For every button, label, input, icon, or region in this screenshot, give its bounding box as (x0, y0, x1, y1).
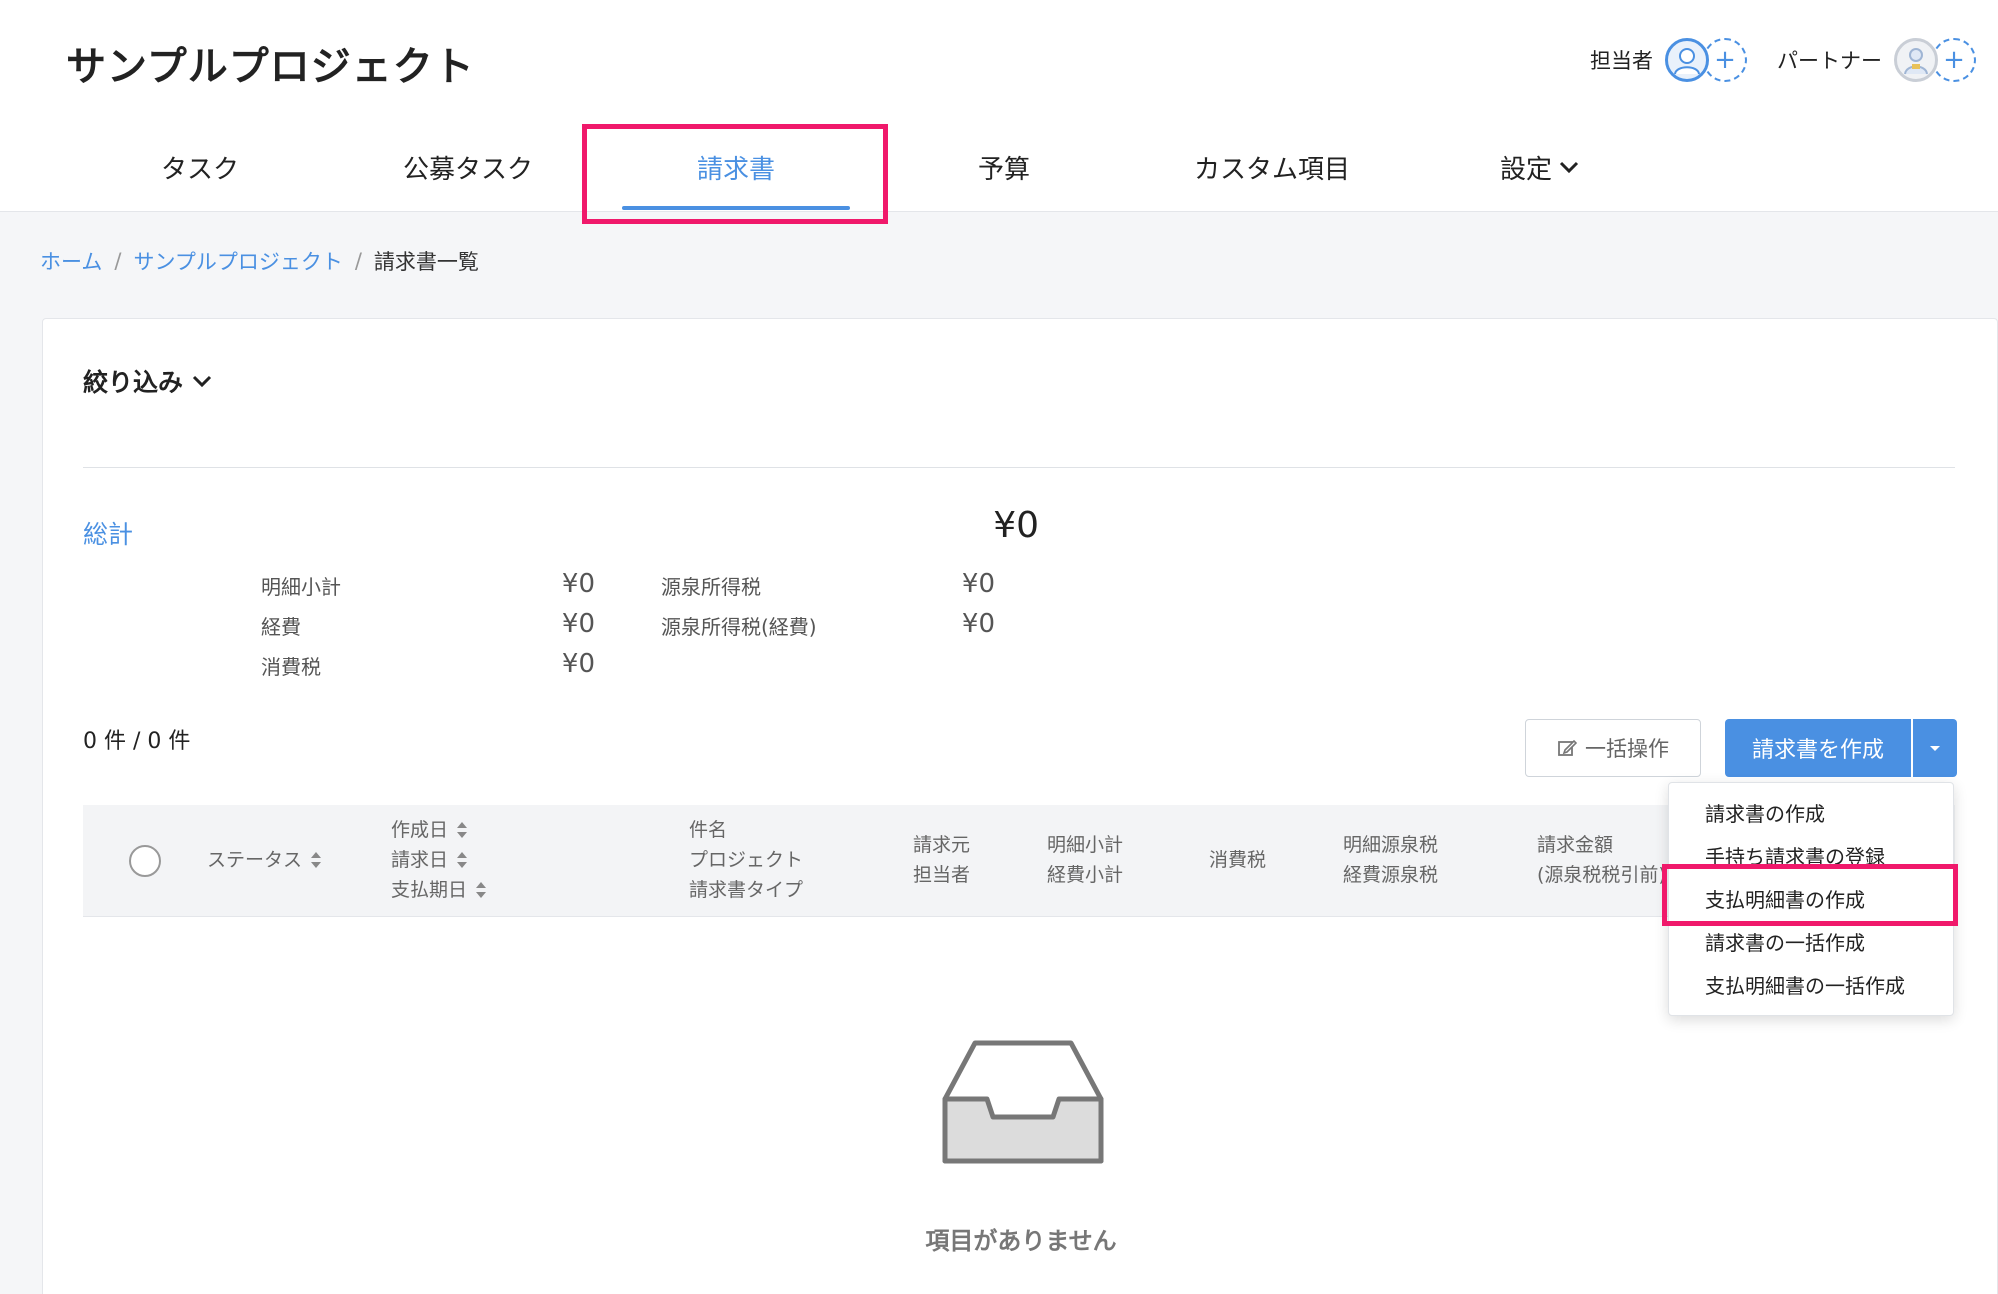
create-invoice-dropdown-toggle[interactable] (1913, 719, 1957, 777)
column-label: 支払期日 (391, 879, 468, 901)
breadcrumb-current: 請求書一覧 (373, 250, 479, 274)
create-invoice-menu: 請求書の作成 手持ち請求書の登録 支払明細書の作成 請求書の一括作成 支払明細書… (1668, 782, 1954, 1016)
summary-label: 源泉所得税 (661, 575, 761, 599)
add-assignee-button[interactable]: + (1703, 38, 1747, 82)
person-icon (1904, 48, 1928, 75)
column-amount: 請求金額 (源泉税税引前) (1537, 830, 1666, 890)
add-partner-button[interactable]: + (1932, 38, 1976, 82)
tab-invoices[interactable]: 請求書 (602, 122, 870, 212)
menu-item-bulk-create-payment-statements[interactable]: 支払明細書の一括作成 (1669, 965, 1953, 1008)
summary-label: 源泉所得税(経費) (661, 615, 817, 639)
bulk-action-button[interactable]: 一括操作 (1525, 719, 1701, 777)
column-subtotals: 明細小計 経費小計 (1047, 830, 1123, 890)
breadcrumb-home-link[interactable]: ホーム (40, 246, 102, 276)
create-invoice-split-button: 請求書を作成 (1725, 719, 1957, 777)
empty-inbox-icon (941, 1039, 1105, 1169)
members-area: 担当者 + パートナー + (1590, 38, 1976, 82)
empty-state-text: 項目がありません (925, 1227, 1117, 1255)
breadcrumb-project-link[interactable]: サンプルプロジェクト (133, 246, 342, 276)
column-label: 明細小計 (1047, 834, 1124, 856)
chevron-down-icon (1559, 161, 1579, 174)
sort-icon (476, 882, 487, 898)
summary-value: ¥0 (561, 569, 595, 599)
result-count: 0 件 / 0 件 (83, 729, 191, 754)
chevron-down-icon (192, 375, 212, 388)
assignee-avatar[interactable] (1665, 38, 1709, 82)
divider (83, 467, 1955, 468)
column-dates: 作成日 請求日 支払期日 (391, 815, 487, 905)
summary-label: 消費税 (261, 655, 321, 679)
column-due[interactable]: 支払期日 (391, 875, 487, 905)
column-label: 明細源泉税 (1343, 834, 1439, 856)
assignee-label: 担当者 (1590, 49, 1653, 73)
breadcrumb-separator: / (114, 249, 122, 273)
column-label: 消費税 (1209, 849, 1267, 871)
column-billed[interactable]: 請求日 (391, 845, 487, 875)
column-label: 担当者 (913, 864, 971, 886)
column-label: 件名 (689, 819, 728, 841)
sort-icon (311, 852, 322, 868)
column-label: 経費源泉税 (1343, 864, 1439, 886)
partner-avatar[interactable] (1894, 38, 1938, 82)
summary-value: ¥0 (561, 609, 595, 639)
bulk-action-label: 一括操作 (1585, 737, 1669, 761)
breadcrumb: ホーム / サンプルプロジェクト / 請求書一覧 (40, 246, 479, 276)
edit-icon (1558, 739, 1577, 756)
column-label: 請求書タイプ (689, 879, 804, 901)
column-withholding: 明細源泉税 経費源泉税 (1343, 830, 1438, 890)
summary-value: ¥0 (961, 609, 995, 639)
tab-label: カスタム項目 (1193, 154, 1350, 185)
menu-item-create-invoice[interactable]: 請求書の作成 (1669, 793, 1953, 836)
tab-label: タスク (160, 154, 239, 185)
tab-label: 請求書 (696, 154, 775, 185)
project-title: サンプルプロジェクト (66, 44, 475, 90)
tab-label: 予算 (977, 154, 1030, 185)
column-label: 請求元 (913, 834, 971, 856)
column-label: 請求金額 (1537, 834, 1614, 856)
summary-value: ¥0 (961, 569, 995, 599)
sort-icon (457, 852, 468, 868)
sort-icon (457, 822, 468, 838)
column-status[interactable]: ステータス (207, 845, 322, 875)
column-label: 請求日 (391, 849, 449, 871)
total-label: 総計 (83, 520, 134, 549)
column-label: 作成日 (391, 819, 449, 841)
create-invoice-button[interactable]: 請求書を作成 (1725, 719, 1911, 777)
column-label: ステータス (207, 849, 303, 871)
caret-down-icon (1930, 746, 1940, 751)
filter-toggle[interactable]: 絞り込み (83, 363, 213, 399)
total-amount: ¥0 (993, 505, 1039, 546)
project-tabs: タスク 公募タスク 請求書 予算 カスタム項目 設定 (66, 122, 1674, 212)
summary-label: 経費 (261, 615, 301, 639)
menu-item-bulk-create-invoices[interactable]: 請求書の一括作成 (1669, 922, 1953, 965)
tab-label: 設定 (1499, 154, 1552, 185)
menu-item-create-payment-statement[interactable]: 支払明細書の作成 (1669, 879, 1953, 922)
summary-label: 明細小計 (261, 575, 341, 599)
breadcrumb-separator: / (354, 249, 362, 273)
column-subject: 件名 プロジェクト 請求書タイプ (689, 815, 803, 905)
tab-label: 公募タスク (402, 154, 533, 185)
tab-public-tasks[interactable]: 公募タスク (334, 122, 602, 212)
menu-item-register-invoice[interactable]: 手持ち請求書の登録 (1669, 836, 1953, 879)
column-label: (源泉税税引前) (1537, 864, 1666, 886)
column-label: プロジェクト (689, 849, 804, 871)
column-label: 経費小計 (1047, 864, 1124, 886)
select-all-radio[interactable] (129, 845, 161, 877)
column-consumption-tax: 消費税 (1209, 845, 1266, 875)
summary-value: ¥0 (561, 649, 595, 679)
tab-settings[interactable]: 設定 (1406, 122, 1674, 212)
filter-label: 絞り込み (83, 368, 184, 397)
person-icon (1674, 48, 1700, 75)
partner-label: パートナー (1777, 49, 1882, 73)
tab-budget[interactable]: 予算 (870, 122, 1138, 212)
tab-custom-fields[interactable]: カスタム項目 (1138, 122, 1406, 212)
tab-tasks[interactable]: タスク (66, 122, 334, 212)
column-issuer: 請求元 担当者 (913, 830, 970, 890)
column-created[interactable]: 作成日 (391, 815, 487, 845)
project-header: サンプルプロジェクト 担当者 + パートナー + タスク 公募タスク 請求書 予… (0, 0, 1998, 212)
